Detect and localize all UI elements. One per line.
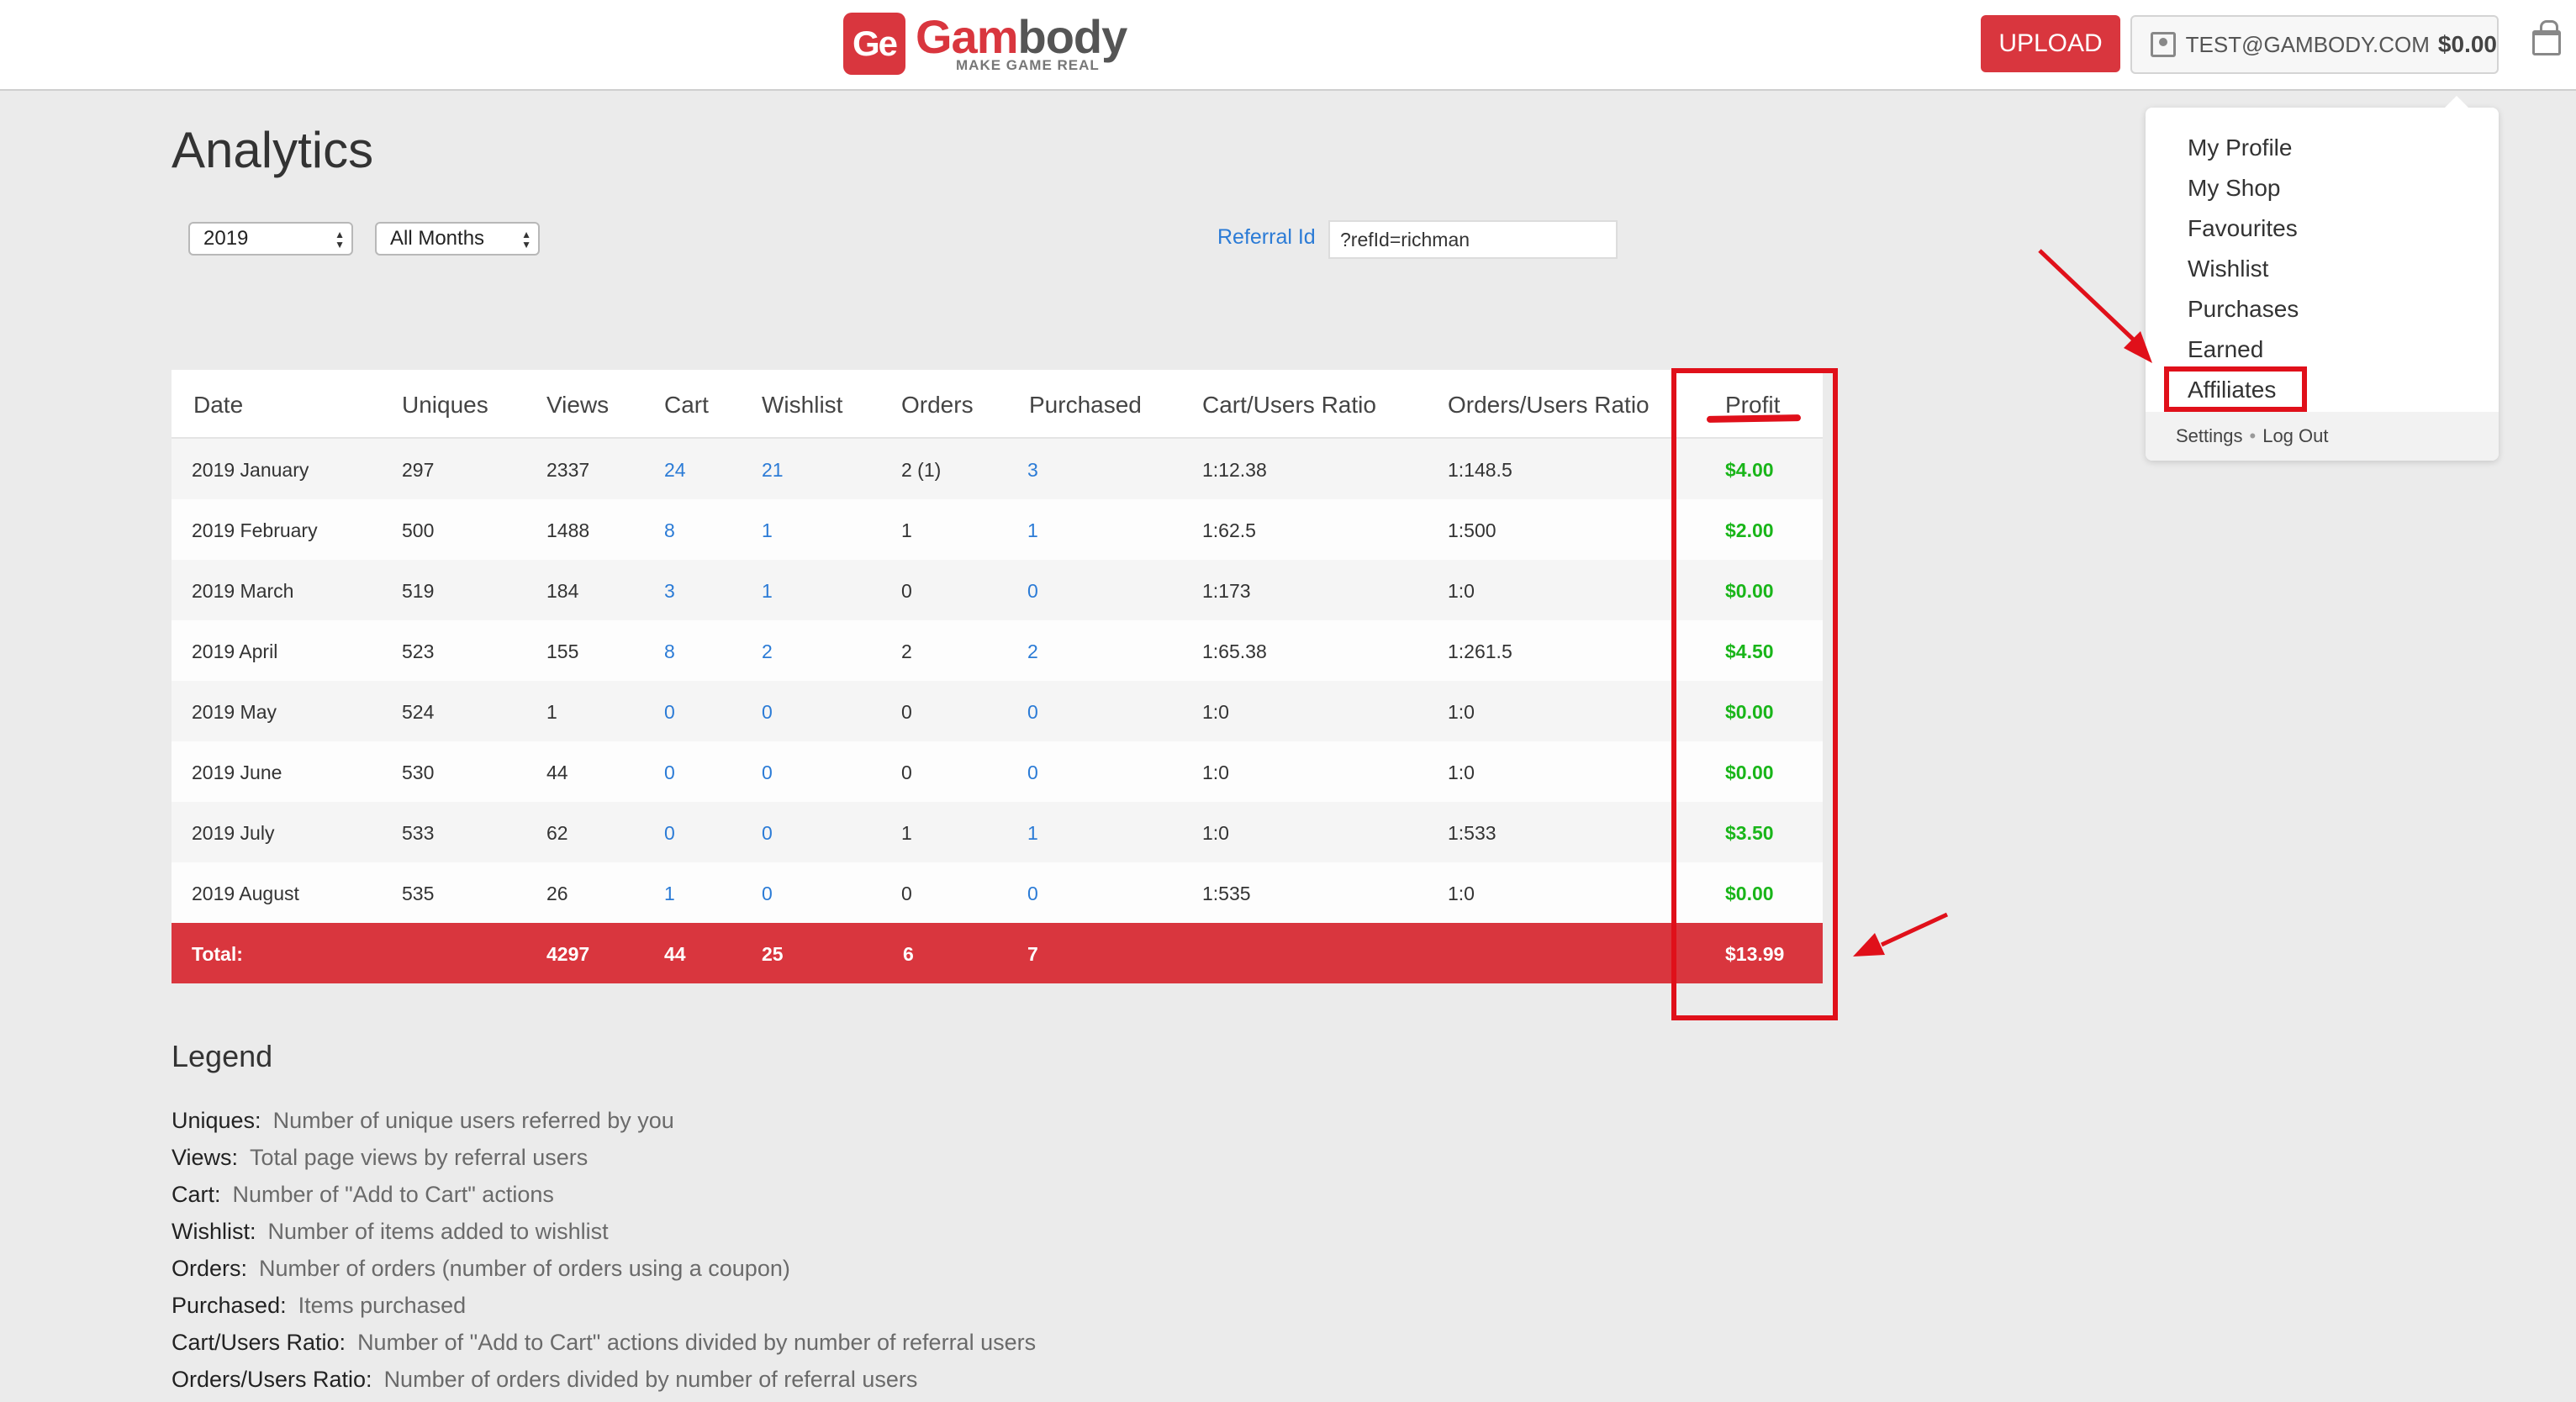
legend-term: Uniques: xyxy=(172,1108,261,1133)
legend-description: Number of orders divided by number of re… xyxy=(383,1367,918,1392)
arrow-to-affiliates xyxy=(2038,249,2152,363)
legend-description: Number of unique users referred by you xyxy=(272,1108,674,1133)
legend-description: Total page views by referral users xyxy=(250,1145,589,1170)
legend-title: Legend xyxy=(172,1039,273,1073)
legend-description: Number of items added to wishlist xyxy=(267,1219,609,1244)
legend-term: Cart/Users Ratio: xyxy=(172,1330,346,1355)
legend-term: Orders/Users Ratio: xyxy=(172,1367,372,1392)
legend-term: Orders: xyxy=(172,1256,248,1281)
legend-description: Number of "Add to Cart" actions xyxy=(232,1182,554,1207)
legend-term: Views: xyxy=(172,1145,239,1170)
legend-item: Cart: Number of "Add to Cart" actions xyxy=(172,1182,554,1208)
legend-item: Uniques: Number of unique users referred … xyxy=(172,1108,674,1134)
legend-item: Purchased: Items purchased xyxy=(172,1293,466,1319)
arrow-to-total-profit xyxy=(1853,912,1949,957)
legend-item: Wishlist: Number of items added to wishli… xyxy=(172,1219,609,1245)
legend-term: Wishlist: xyxy=(172,1219,256,1244)
legend-term: Purchased: xyxy=(172,1293,287,1318)
legend-item: Orders/Users Ratio: Number of orders divi… xyxy=(172,1367,917,1393)
legend-item: Views: Total page views by referral users xyxy=(172,1145,588,1171)
legend-description: Items purchased xyxy=(298,1293,467,1318)
legend-item: Cart/Users Ratio: Number of "Add to Cart"… xyxy=(172,1330,1036,1356)
legend-term: Cart: xyxy=(172,1182,221,1207)
legend-description: Number of orders (number of orders using… xyxy=(259,1256,790,1281)
legend-description: Number of "Add to Cart" actions divided … xyxy=(357,1330,1037,1355)
legend-item: Orders: Number of orders (number of order… xyxy=(172,1256,790,1282)
